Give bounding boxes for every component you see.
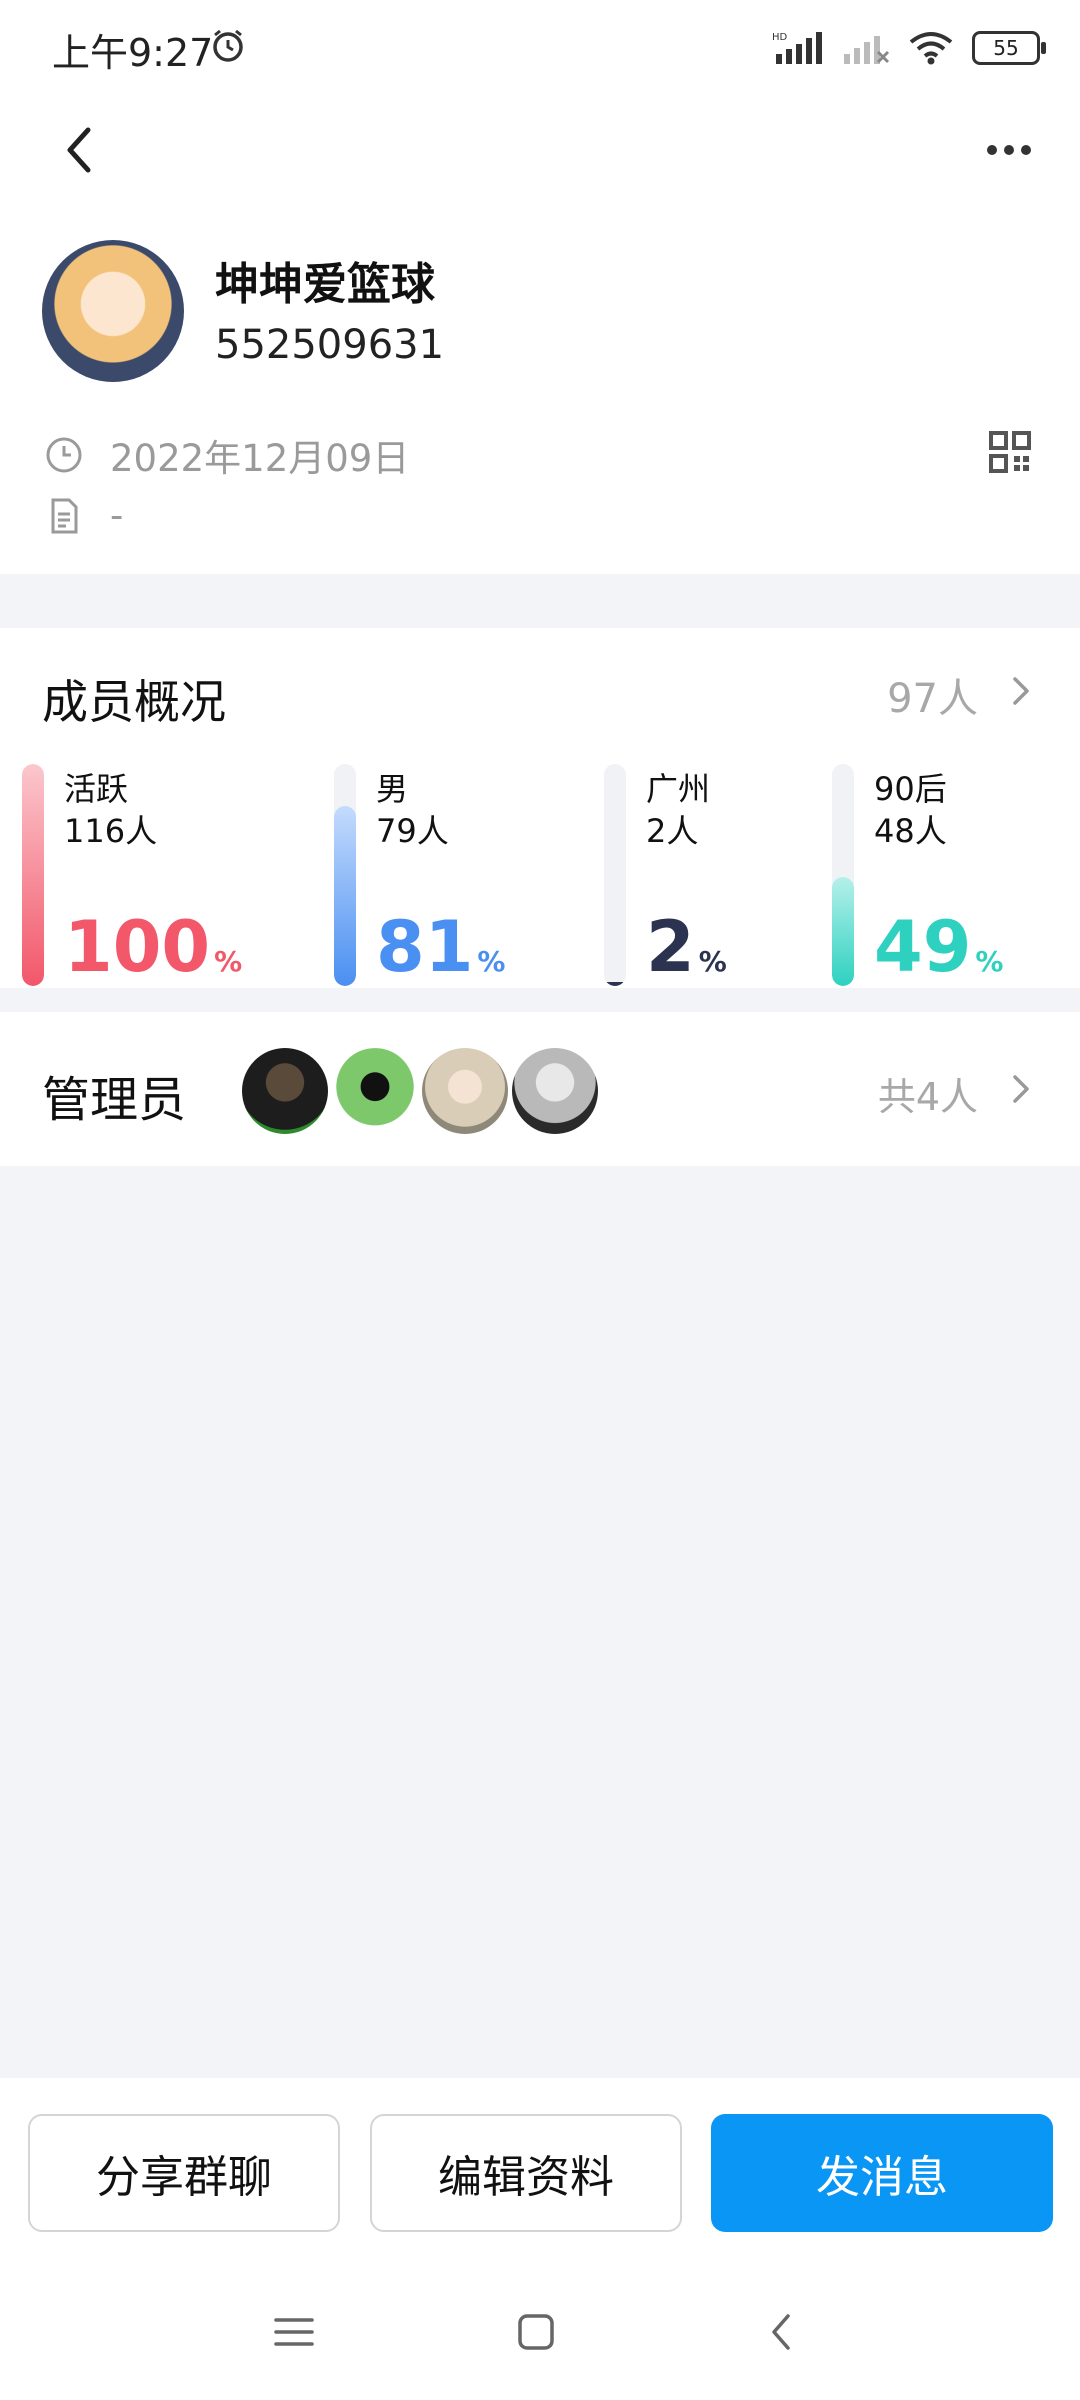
edit-profile-button[interactable]: 编辑资料	[370, 2114, 682, 2232]
signal-hd-icon: HD	[772, 32, 822, 64]
wifi-icon	[909, 32, 953, 65]
qr-code-icon[interactable]	[988, 430, 1032, 474]
stat-label: 90后	[874, 770, 947, 808]
more-dot	[987, 145, 997, 155]
stat-count: 79人	[376, 812, 449, 850]
created-date: 2022年12月09日	[110, 437, 410, 480]
stat-percent: 2%	[646, 906, 727, 988]
stat-bar-track	[604, 764, 626, 986]
clock-icon	[46, 437, 82, 473]
members-total: 97人	[887, 676, 978, 722]
stat-bar-track	[22, 764, 44, 986]
stat-count: 48人	[874, 812, 947, 850]
stat-bar-fill	[334, 806, 356, 986]
home-icon[interactable]	[516, 2312, 556, 2352]
stat-bar-track	[334, 764, 356, 986]
group-description: -	[110, 494, 124, 537]
status-icons: HD 55	[772, 30, 1046, 66]
more-button[interactable]	[974, 125, 1044, 175]
stat-count: 116人	[64, 812, 158, 850]
stat-percent: 100%	[64, 906, 243, 988]
stat-percent: 81%	[376, 906, 506, 988]
stat-bar-track	[832, 764, 854, 986]
avatar	[422, 1048, 508, 1134]
avatar	[512, 1048, 598, 1134]
admins-count: 共4人	[877, 1075, 978, 1119]
description-row: -	[44, 494, 123, 537]
stat-bar-fill	[604, 982, 626, 986]
group-avatar[interactable]	[42, 240, 184, 382]
stat-label: 男	[376, 770, 409, 808]
stat-percent: 49%	[874, 906, 1004, 988]
back-button[interactable]	[50, 120, 110, 180]
stat-bar-fill	[22, 764, 44, 986]
admins-title: 管理员	[42, 1072, 187, 1128]
stat-label: 活跃	[64, 770, 129, 808]
document-icon	[51, 498, 78, 533]
back-nav-icon[interactable]	[762, 2312, 802, 2352]
more-dot	[1021, 145, 1031, 155]
stat-bar-fill	[832, 877, 854, 986]
stat-label: 广州	[646, 770, 711, 808]
admin-avatars	[242, 1048, 598, 1134]
created-date-row: 2022年12月09日	[44, 428, 409, 482]
share-group-button[interactable]: 分享群聊	[28, 2114, 340, 2232]
send-message-button[interactable]: 发消息	[711, 2114, 1053, 2232]
stat-count: 2人	[646, 812, 699, 850]
chevron-right-icon[interactable]	[1004, 674, 1038, 708]
svg-text:HD: HD	[772, 32, 788, 43]
avatar	[242, 1048, 328, 1134]
more-dot	[1004, 145, 1014, 155]
signal-weak-icon	[844, 36, 890, 64]
group-id: 552509631	[215, 322, 445, 368]
alarm-icon	[213, 29, 243, 62]
menu-icon[interactable]	[272, 2312, 316, 2352]
members-overview-title: 成员概况	[42, 675, 226, 729]
chevron-right-icon[interactable]	[1004, 1072, 1038, 1106]
avatar	[332, 1048, 418, 1134]
group-name: 坤坤爱篮球	[215, 259, 435, 310]
status-time: 上午9:27	[52, 31, 214, 75]
system-nav-bar	[0, 2292, 1080, 2372]
battery-icon: 55	[972, 31, 1046, 65]
